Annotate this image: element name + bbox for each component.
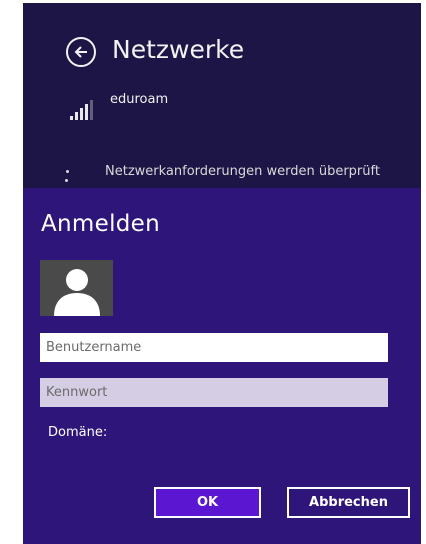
back-arrow-icon[interactable] — [66, 37, 96, 67]
network-status-text: Netzwerkanforderungen werden überprüft — [105, 164, 380, 179]
panel-title: Netzwerke — [112, 35, 245, 64]
sign-in-dialog: Anmelden Domäne: OK Abbrechen — [23, 188, 421, 544]
user-avatar-icon — [40, 260, 113, 316]
cancel-button[interactable]: Abbrechen — [287, 487, 410, 518]
username-input[interactable] — [40, 333, 388, 362]
domain-label: Domäne: — [48, 425, 108, 440]
ok-button[interactable]: OK — [154, 487, 261, 518]
password-input[interactable] — [40, 378, 388, 407]
wifi-signal-icon — [70, 98, 100, 120]
dialog-heading: Anmelden — [41, 211, 160, 237]
network-name: eduroam — [110, 92, 169, 107]
network-item-eduroam[interactable]: eduroam — [70, 90, 390, 120]
